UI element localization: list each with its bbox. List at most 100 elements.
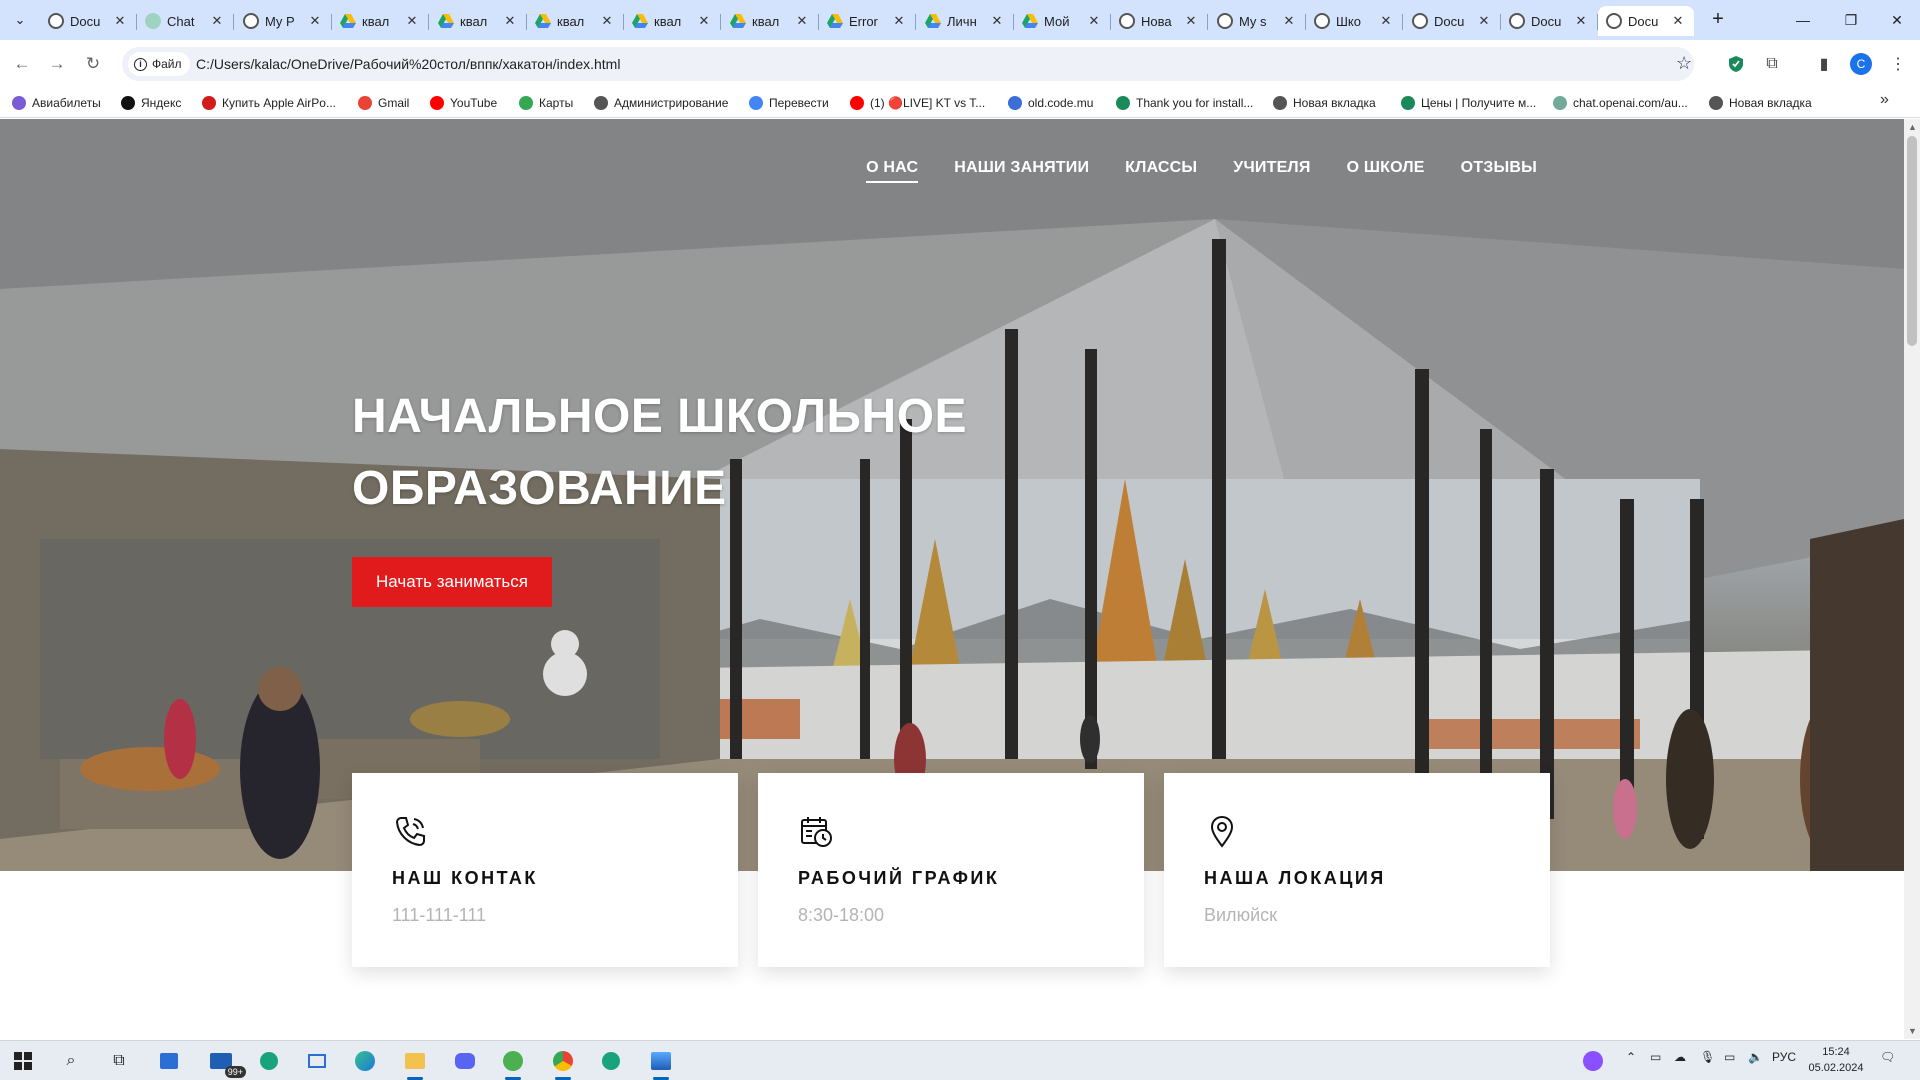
nav-link-classes-activities[interactable]: НАШИ ЗАНЯТИИ [954,159,1089,183]
language-indicator[interactable]: РУС [1772,1050,1796,1064]
network-icon[interactable]: ☁ [1674,1050,1686,1064]
browser-tab[interactable]: My s ✕ [1209,6,1306,36]
browser-tab[interactable]: Шко ✕ [1306,6,1403,36]
browser-tab[interactable]: Мой ✕ [1014,6,1111,36]
forward-button[interactable]: → [43,50,71,78]
scroll-up-arrow-icon[interactable]: ▲ [1908,122,1917,132]
edge-icon[interactable] [350,1046,380,1076]
start-button-icon[interactable] [8,1046,38,1076]
close-window-button[interactable]: ✕ [1874,0,1920,40]
extensions-puzzle-icon[interactable]: ⧉ [1760,52,1784,76]
side-panel-icon[interactable]: ▮ [1812,52,1836,76]
browser-tab[interactable]: Личн ✕ [917,6,1014,36]
close-tab-icon[interactable]: ✕ [1670,13,1686,29]
restore-button[interactable]: ❐ [1828,0,1874,40]
browser-tab[interactable]: квал ✕ [624,6,721,36]
volume-icon[interactable]: 🔈 [1748,1050,1763,1064]
discord-icon[interactable] [450,1046,480,1076]
bookmark-item[interactable]: Администрирование [594,92,728,114]
back-button[interactable]: ← [8,50,36,78]
nav-link-grades[interactable]: КЛАССЫ [1125,159,1197,183]
bookmark-item[interactable]: YouTube [430,92,497,114]
task-view-icon[interactable]: ⧉ [104,1046,134,1076]
bookmark-item[interactable]: Новая вкладка [1273,92,1376,114]
browser-tab[interactable]: My P ✕ [235,6,332,36]
browser-tab[interactable]: квал ✕ [722,6,819,36]
close-tab-icon[interactable]: ✕ [1573,13,1589,29]
bookmark-item[interactable]: chat.openai.com/au... [1553,92,1688,114]
tray-expand-icon[interactable]: ⌃ [1626,1050,1636,1064]
browser-tab[interactable]: квал ✕ [527,6,624,36]
scroll-thumb[interactable] [1907,136,1917,346]
browser-tab[interactable]: Docu ✕ [1598,6,1694,36]
browser-tab[interactable]: квал ✕ [332,6,429,36]
bookmark-star-icon[interactable]: ☆ [1676,53,1692,74]
chatgpt-icon[interactable] [254,1046,284,1076]
close-tab-icon[interactable]: ✕ [1086,13,1102,29]
nav-link-about[interactable]: О НАС [866,159,919,183]
close-tab-icon[interactable]: ✕ [1183,13,1199,29]
browser-tab[interactable]: Нова ✕ [1111,6,1208,36]
close-tab-icon[interactable]: ✕ [1378,13,1394,29]
close-tab-icon[interactable]: ✕ [1476,13,1492,29]
bookmark-item[interactable]: Яндекс [121,92,181,114]
mail-icon[interactable]: 99+ [206,1046,246,1078]
tab-search-button[interactable]: ⌄ [8,8,32,32]
reload-button[interactable]: ↻ [79,50,107,78]
profile-avatar[interactable]: C [1850,53,1872,75]
close-tab-icon[interactable]: ✕ [696,13,712,29]
photos-icon[interactable] [646,1046,676,1080]
nav-link-about-school[interactable]: О ШКОЛЕ [1347,159,1425,183]
bookmark-item[interactable]: Thank you for install... [1116,92,1253,114]
bookmarks-overflow-icon[interactable]: » [1880,91,1889,109]
microphone-icon[interactable]: 🎙 [1700,1050,1715,1064]
site-info-chip[interactable]: i Файл [128,52,190,76]
notifications-icon[interactable]: 🗨 [1880,1050,1895,1064]
browser-tab[interactable]: квал ✕ [430,6,527,36]
utorrent-icon[interactable] [498,1046,528,1080]
browser-tab[interactable]: Docu ✕ [1404,6,1501,36]
bookmark-item[interactable]: Новая вкладка [1709,92,1812,114]
scroll-down-arrow-icon[interactable]: ▼ [1908,1026,1917,1036]
minimize-button[interactable]: — [1780,0,1826,40]
close-tab-icon[interactable]: ✕ [209,13,225,29]
meet-now-icon[interactable]: ▭ [1650,1050,1661,1064]
close-tab-icon[interactable]: ✕ [794,13,810,29]
bookmark-item[interactable]: (1) 🔴LIVE] KT vs T... [850,92,985,114]
nav-link-reviews[interactable]: ОТЗЫВЫ [1461,159,1537,183]
close-tab-icon[interactable]: ✕ [404,13,420,29]
close-tab-icon[interactable]: ✕ [307,13,323,29]
url-text[interactable]: C:/Users/kalac/OneDrive/Рабочий%20стол/в… [196,56,620,72]
close-tab-icon[interactable]: ✕ [989,13,1005,29]
bookmark-item[interactable]: Авиабилеты [12,92,101,114]
bookmark-item[interactable]: Цены | Получите м... [1401,92,1536,114]
close-tab-icon[interactable]: ✕ [599,13,615,29]
chatgpt-app-icon[interactable] [596,1046,626,1076]
window-app-icon[interactable] [302,1046,332,1076]
close-tab-icon[interactable]: ✕ [891,13,907,29]
chrome-icon[interactable] [548,1046,578,1080]
bookmark-item[interactable]: Gmail [358,92,409,114]
start-learning-button[interactable]: Начать заниматься [352,557,552,607]
more-menu-icon[interactable]: ⋮ [1886,52,1910,76]
bookmark-item[interactable]: Карты [519,92,573,114]
browser-tab[interactable]: Docu ✕ [1501,6,1598,36]
close-tab-icon[interactable]: ✕ [1281,13,1297,29]
search-icon[interactable]: ⌕ [56,1046,86,1076]
shield-extension-icon[interactable] [1724,52,1748,76]
battery-icon[interactable]: ▭ [1724,1050,1735,1064]
bookmark-item[interactable]: Купить Apple AirPo... [202,92,336,114]
browser-tab[interactable]: Chat ✕ [137,6,234,36]
browser-tab[interactable]: Error ✕ [819,6,916,36]
system-clock[interactable]: 15:24 05.02.2024 [1806,1044,1866,1076]
bookmark-item[interactable]: Перевести [749,92,829,114]
bookmark-item[interactable]: old.code.mu [1008,92,1093,114]
alice-assistant-icon[interactable] [1578,1046,1608,1076]
browser-tab[interactable]: Docu ✕ [40,6,137,36]
close-tab-icon[interactable]: ✕ [112,13,128,29]
store-icon[interactable] [154,1046,184,1076]
new-tab-button[interactable]: + [1706,8,1730,32]
close-tab-icon[interactable]: ✕ [502,13,518,29]
file-explorer-icon[interactable] [400,1046,430,1080]
nav-link-teachers[interactable]: УЧИТЕЛЯ [1233,159,1310,183]
